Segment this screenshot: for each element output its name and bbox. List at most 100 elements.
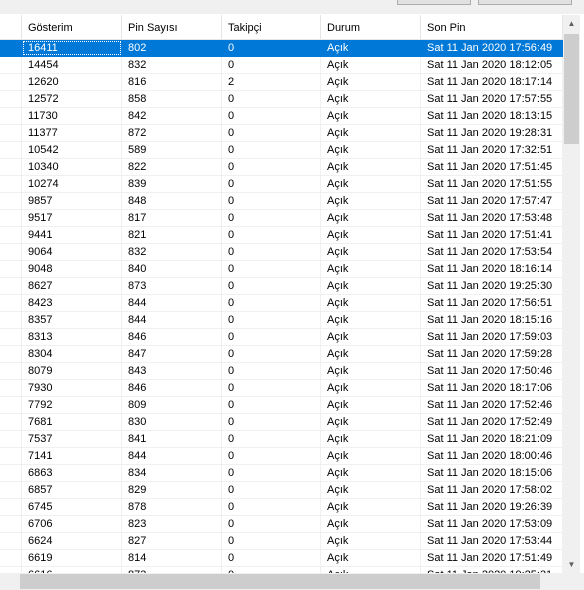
table-row[interactable]: 8304 847 0 Açık Sat 11 Jan 2020 17:59:28 [0, 346, 563, 363]
cell-durum: Açık [321, 431, 421, 447]
row-indent-cell [0, 431, 22, 447]
cell-durum: Açık [321, 295, 421, 311]
row-indent-cell [0, 499, 22, 515]
column-header-pin-sayisi[interactable]: Pin Sayısı [122, 15, 222, 39]
cell-gosterim: 8313 [22, 329, 122, 345]
cell-durum: Açık [321, 176, 421, 192]
scroll-down-arrow-icon[interactable]: ▼ [563, 556, 580, 573]
cell-durum: Açık [321, 516, 421, 532]
pin-list-view[interactable]: Gösterim Pin Sayısı Takipçi Durum Son Pi… [0, 15, 584, 590]
cell-durum: Açık [321, 312, 421, 328]
table-row[interactable]: 8357 844 0 Açık Sat 11 Jan 2020 18:15:16 [0, 312, 563, 329]
cell-takipci: 0 [222, 312, 321, 328]
row-indent-cell [0, 346, 22, 362]
column-header-son-pin[interactable]: Son Pin [421, 15, 563, 39]
row-indent-cell [0, 57, 22, 73]
row-indent-cell [0, 397, 22, 413]
cell-durum: Açık [321, 346, 421, 362]
table-row[interactable]: 6863 834 0 Açık Sat 11 Jan 2020 18:15:06 [0, 465, 563, 482]
column-header-blank[interactable] [0, 15, 22, 39]
table-row[interactable]: 7681 830 0 Açık Sat 11 Jan 2020 17:52:49 [0, 414, 563, 431]
cell-pin-sayisi: 834 [122, 465, 222, 481]
cell-takipci: 0 [222, 448, 321, 464]
cell-son-pin: Sat 11 Jan 2020 18:00:46 [421, 448, 563, 464]
cell-takipci: 0 [222, 397, 321, 413]
cell-takipci: 0 [222, 227, 321, 243]
table-row[interactable]: 10542 589 0 Açık Sat 11 Jan 2020 17:32:51 [0, 142, 563, 159]
cell-pin-sayisi: 839 [122, 176, 222, 192]
toolbar-button-right[interactable] [478, 0, 572, 5]
cell-son-pin: Sat 11 Jan 2020 17:51:49 [421, 550, 563, 566]
table-row[interactable]: 11730 842 0 Açık Sat 11 Jan 2020 18:13:15 [0, 108, 563, 125]
toolbar-button-left[interactable] [397, 0, 471, 5]
cell-pin-sayisi: 802 [122, 40, 222, 56]
cell-gosterim: 9064 [22, 244, 122, 260]
cell-gosterim: 9857 [22, 193, 122, 209]
table-row[interactable]: 6624 827 0 Açık Sat 11 Jan 2020 17:53:44 [0, 533, 563, 550]
table-row[interactable]: 7537 841 0 Açık Sat 11 Jan 2020 18:21:09 [0, 431, 563, 448]
cell-gosterim: 7141 [22, 448, 122, 464]
vertical-scrollbar[interactable]: ▲ ▼ [563, 15, 580, 573]
cell-son-pin: Sat 11 Jan 2020 18:17:14 [421, 74, 563, 90]
table-row[interactable]: 9048 840 0 Açık Sat 11 Jan 2020 18:16:14 [0, 261, 563, 278]
cell-pin-sayisi: 832 [122, 57, 222, 73]
table-row[interactable]: 7792 809 0 Açık Sat 11 Jan 2020 17:52:46 [0, 397, 563, 414]
cell-durum: Açık [321, 414, 421, 430]
table-row[interactable]: 10340 822 0 Açık Sat 11 Jan 2020 17:51:45 [0, 159, 563, 176]
row-indent-cell [0, 108, 22, 124]
table-row[interactable]: 8627 873 0 Açık Sat 11 Jan 2020 19:25:30 [0, 278, 563, 295]
row-indent-cell [0, 227, 22, 243]
table-row[interactable]: 6745 878 0 Açık Sat 11 Jan 2020 19:26:39 [0, 499, 563, 516]
cell-gosterim: 8627 [22, 278, 122, 294]
cell-durum: Açık [321, 397, 421, 413]
cell-gosterim: 9048 [22, 261, 122, 277]
table-row[interactable]: 10274 839 0 Açık Sat 11 Jan 2020 17:51:55 [0, 176, 563, 193]
table-row[interactable]: 12572 858 0 Açık Sat 11 Jan 2020 17:57:55 [0, 91, 563, 108]
vertical-scroll-thumb[interactable] [564, 34, 579, 144]
cell-gosterim: 7681 [22, 414, 122, 430]
column-header-takipci[interactable]: Takipçi [222, 15, 321, 39]
column-header-durum[interactable]: Durum [321, 15, 421, 39]
cell-durum: Açık [321, 363, 421, 379]
column-header-gosterim[interactable]: Gösterim [22, 15, 122, 39]
cell-gosterim: 7930 [22, 380, 122, 396]
cell-son-pin: Sat 11 Jan 2020 18:13:15 [421, 108, 563, 124]
table-row[interactable]: 7930 846 0 Açık Sat 11 Jan 2020 18:17:06 [0, 380, 563, 397]
row-indent-cell [0, 482, 22, 498]
table-row[interactable]: 9064 832 0 Açık Sat 11 Jan 2020 17:53:54 [0, 244, 563, 261]
cell-durum: Açık [321, 91, 421, 107]
table-row[interactable]: 8313 846 0 Açık Sat 11 Jan 2020 17:59:03 [0, 329, 563, 346]
table-row[interactable]: 14454 832 0 Açık Sat 11 Jan 2020 18:12:05 [0, 57, 563, 74]
cell-gosterim: 6619 [22, 550, 122, 566]
cell-pin-sayisi: 814 [122, 550, 222, 566]
cell-gosterim: 16411 [22, 40, 122, 56]
cell-durum: Açık [321, 159, 421, 175]
table-row[interactable]: 11377 872 0 Açık Sat 11 Jan 2020 19:28:31 [0, 125, 563, 142]
row-indent-cell [0, 176, 22, 192]
table-row[interactable]: 8079 843 0 Açık Sat 11 Jan 2020 17:50:46 [0, 363, 563, 380]
table-row[interactable]: 16411 802 0 Açık Sat 11 Jan 2020 17:56:49 [0, 40, 563, 57]
cell-durum: Açık [321, 533, 421, 549]
cell-takipci: 0 [222, 465, 321, 481]
table-row[interactable]: 8423 844 0 Açık Sat 11 Jan 2020 17:56:51 [0, 295, 563, 312]
cell-durum: Açık [321, 278, 421, 294]
table-row[interactable]: 9441 821 0 Açık Sat 11 Jan 2020 17:51:41 [0, 227, 563, 244]
row-indent-cell [0, 533, 22, 549]
cell-gosterim: 12572 [22, 91, 122, 107]
cell-son-pin: Sat 11 Jan 2020 18:17:06 [421, 380, 563, 396]
horizontal-scroll-thumb[interactable] [20, 574, 540, 589]
table-row[interactable]: 6706 823 0 Açık Sat 11 Jan 2020 17:53:09 [0, 516, 563, 533]
cell-gosterim: 8357 [22, 312, 122, 328]
table-row[interactable]: 12620 816 2 Açık Sat 11 Jan 2020 18:17:14 [0, 74, 563, 91]
cell-takipci: 2 [222, 74, 321, 90]
cell-son-pin: Sat 11 Jan 2020 17:53:09 [421, 516, 563, 532]
scroll-up-arrow-icon[interactable]: ▲ [563, 15, 580, 32]
table-row[interactable]: 6857 829 0 Açık Sat 11 Jan 2020 17:58:02 [0, 482, 563, 499]
table-row[interactable]: 6619 814 0 Açık Sat 11 Jan 2020 17:51:49 [0, 550, 563, 567]
table-row[interactable]: 7141 844 0 Açık Sat 11 Jan 2020 18:00:46 [0, 448, 563, 465]
cell-son-pin: Sat 11 Jan 2020 17:52:46 [421, 397, 563, 413]
cell-durum: Açık [321, 244, 421, 260]
horizontal-scrollbar[interactable] [0, 573, 563, 590]
table-row[interactable]: 9517 817 0 Açık Sat 11 Jan 2020 17:53:48 [0, 210, 563, 227]
table-row[interactable]: 9857 848 0 Açık Sat 11 Jan 2020 17:57:47 [0, 193, 563, 210]
